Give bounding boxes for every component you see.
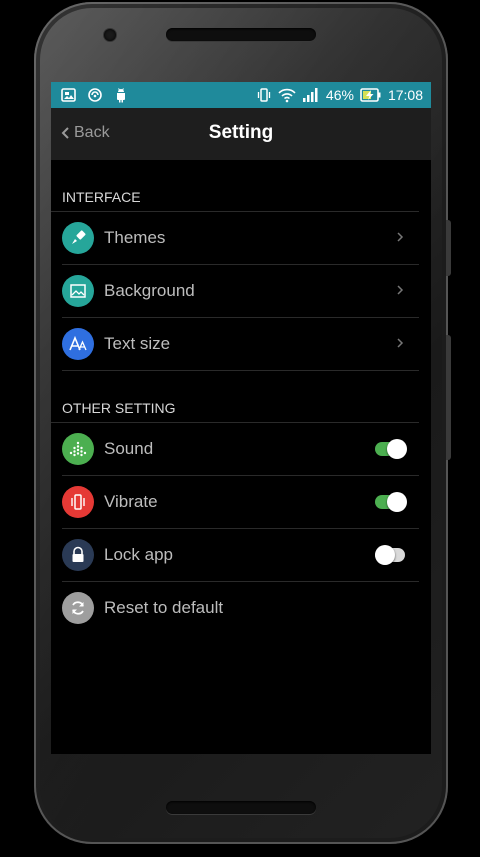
toggle-knob xyxy=(375,545,395,565)
setting-label: Background xyxy=(104,281,195,300)
top-speaker xyxy=(166,28,316,41)
setting-text-size[interactable]: Text size xyxy=(62,318,419,371)
setting-background[interactable]: Background xyxy=(62,265,419,318)
reset-icon xyxy=(62,592,94,624)
toggle-knob xyxy=(387,492,407,512)
clock: 17:08 xyxy=(387,87,423,103)
chevron-right-icon xyxy=(397,338,404,348)
chevron-right-icon xyxy=(397,285,404,295)
section-header-other: OTHER SETTING xyxy=(51,371,419,423)
gallery-icon xyxy=(61,88,76,102)
app-bar: Back Setting xyxy=(51,108,431,160)
setting-label: Text size xyxy=(104,334,171,353)
wifi-icon xyxy=(278,88,296,103)
sound-icon xyxy=(62,433,94,465)
setting-label: Reset to default xyxy=(104,598,224,617)
paint-brush-icon xyxy=(62,222,94,254)
setting-sound[interactable]: Sound xyxy=(62,423,419,476)
setting-vibrate[interactable]: Vibrate xyxy=(62,476,419,529)
section-header-interface: INTERFACE xyxy=(51,160,419,212)
bottom-speaker xyxy=(166,801,316,814)
screen: 46% 17:08 Back Setting INTERFACE Themes … xyxy=(51,82,431,754)
toggle-knob xyxy=(387,439,407,459)
setting-label: Themes xyxy=(104,228,166,247)
sound-toggle[interactable] xyxy=(375,439,407,459)
vibrate-toggle[interactable] xyxy=(375,492,407,512)
lock-app-toggle[interactable] xyxy=(375,545,405,565)
power-button xyxy=(446,335,451,460)
chevron-right-icon xyxy=(397,232,404,242)
setting-themes[interactable]: Themes xyxy=(62,212,419,265)
vibrate-icon xyxy=(62,486,94,518)
setting-label: Vibrate xyxy=(104,492,158,511)
setting-label: Lock app xyxy=(104,545,173,564)
lock-icon xyxy=(62,539,94,571)
setting-reset[interactable]: Reset to default xyxy=(62,582,419,634)
image-icon xyxy=(62,275,94,307)
status-bar: 46% 17:08 xyxy=(51,82,431,108)
vibrate-icon xyxy=(257,88,271,102)
page-title: Setting xyxy=(208,122,274,143)
front-camera xyxy=(104,29,116,41)
settings-list: INTERFACE Themes Background Text size OT… xyxy=(51,160,431,634)
setting-lock-app[interactable]: Lock app xyxy=(62,529,419,582)
battery-charging-icon xyxy=(360,88,381,102)
sync-icon xyxy=(88,88,102,102)
battery-percent: 46% xyxy=(325,87,354,103)
setting-label: Sound xyxy=(104,439,154,458)
android-icon xyxy=(117,88,125,103)
text-size-icon xyxy=(62,328,94,360)
volume-button xyxy=(446,220,451,276)
signal-icon xyxy=(302,88,318,102)
